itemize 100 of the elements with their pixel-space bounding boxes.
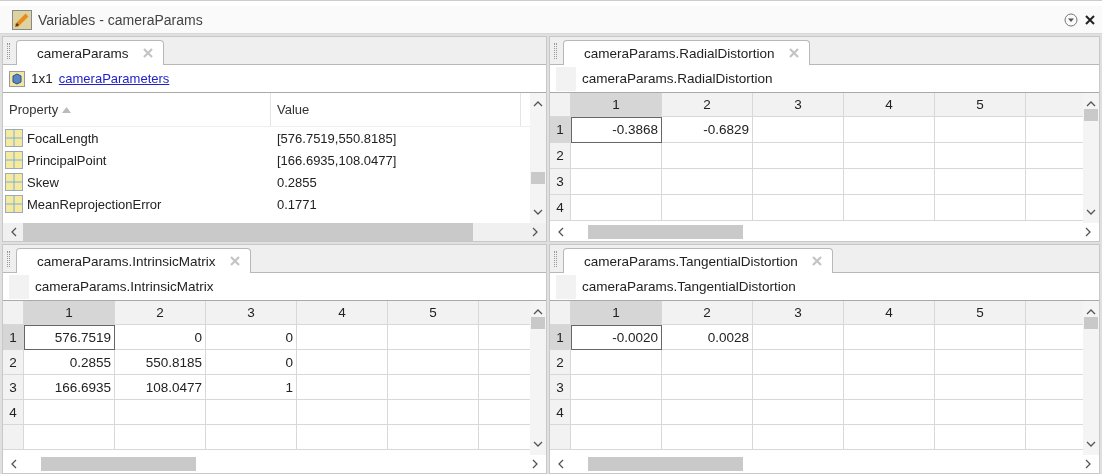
dropdown-icon[interactable]: [1064, 12, 1078, 27]
column-header[interactable]: 5: [935, 93, 1026, 117]
scrollbar-thumb[interactable]: [588, 457, 743, 471]
row-header[interactable]: 2: [550, 143, 571, 169]
scroll-right-icon[interactable]: [1083, 227, 1093, 237]
scroll-right-icon[interactable]: [1083, 459, 1093, 469]
table-cell[interactable]: [571, 425, 662, 450]
table-cell[interactable]: [662, 350, 753, 375]
table-cell[interactable]: [753, 325, 844, 350]
table-cell[interactable]: 0.2855: [24, 350, 115, 375]
table-cell[interactable]: [571, 400, 662, 425]
scrollbar-thumb[interactable]: [588, 225, 743, 239]
table-cell[interactable]: 1: [206, 375, 297, 400]
column-header[interactable]: 4: [844, 301, 935, 325]
column-header[interactable]: 5: [935, 301, 1026, 325]
table-cell[interactable]: [844, 400, 935, 425]
row-header[interactable]: [3, 425, 24, 450]
table-cell[interactable]: [844, 117, 935, 143]
row-header[interactable]: 3: [550, 169, 571, 195]
table-cell[interactable]: 550.8185: [115, 350, 206, 375]
table-cell[interactable]: [388, 375, 479, 400]
scroll-left-icon[interactable]: [9, 459, 19, 469]
table-cell[interactable]: 0: [206, 325, 297, 350]
column-header[interactable]: Value: [271, 93, 521, 126]
drag-handle[interactable]: [7, 251, 10, 267]
table-cell[interactable]: -0.6829: [662, 117, 753, 143]
row-header[interactable]: 4: [550, 400, 571, 425]
table-cell[interactable]: [388, 350, 479, 375]
row-header[interactable]: 4: [550, 195, 571, 221]
drag-handle[interactable]: [554, 251, 557, 267]
row-header[interactable]: [550, 425, 571, 450]
table-cell[interactable]: [388, 400, 479, 425]
table-cell[interactable]: [115, 425, 206, 450]
column-header[interactable]: 3: [753, 93, 844, 117]
column-header[interactable]: 4: [297, 301, 388, 325]
table-cell[interactable]: [935, 375, 1026, 400]
table-cell[interactable]: [844, 195, 935, 221]
table-cell[interactable]: [935, 195, 1026, 221]
table-cell[interactable]: [844, 169, 935, 195]
table-cell[interactable]: [662, 169, 753, 195]
row-header[interactable]: 3: [550, 375, 571, 400]
table-cell[interactable]: [388, 425, 479, 450]
column-header[interactable]: 4: [844, 93, 935, 117]
table-cell[interactable]: [206, 425, 297, 450]
scroll-down-icon[interactable]: [1086, 439, 1096, 449]
table-cell[interactable]: [571, 375, 662, 400]
scrollbar-thumb[interactable]: [531, 172, 545, 184]
table-cell[interactable]: [206, 400, 297, 425]
scrollbar-thumb[interactable]: [1084, 317, 1098, 329]
scroll-right-icon[interactable]: [530, 227, 540, 237]
table-cell[interactable]: 576.7519: [24, 325, 115, 350]
column-header[interactable]: 1: [571, 93, 662, 117]
table-cell[interactable]: 108.0477: [115, 375, 206, 400]
scroll-up-icon[interactable]: [533, 99, 543, 109]
table-cell[interactable]: [753, 400, 844, 425]
table-cell[interactable]: [388, 325, 479, 350]
column-header[interactable]: 2: [662, 93, 753, 117]
scroll-down-icon[interactable]: [1086, 207, 1096, 217]
table-cell[interactable]: [115, 400, 206, 425]
scrollbar-thumb[interactable]: [1084, 109, 1098, 121]
table-cell[interactable]: [935, 425, 1026, 450]
table-cell[interactable]: [662, 143, 753, 169]
table-cell[interactable]: [662, 195, 753, 221]
table-cell[interactable]: [844, 143, 935, 169]
scroll-left-icon[interactable]: [9, 227, 19, 237]
column-header[interactable]: 1: [571, 301, 662, 325]
column-header[interactable]: 1: [24, 301, 115, 325]
table-cell[interactable]: [935, 169, 1026, 195]
table-cell[interactable]: [935, 143, 1026, 169]
scrollbar-thumb[interactable]: [531, 317, 545, 329]
vertical-scrollbar[interactable]: [530, 93, 546, 223]
table-cell[interactable]: [753, 117, 844, 143]
scroll-right-icon[interactable]: [530, 459, 540, 469]
vertical-scrollbar[interactable]: [530, 301, 546, 455]
table-cell[interactable]: [935, 350, 1026, 375]
table-cell[interactable]: [753, 195, 844, 221]
table-cell[interactable]: [662, 400, 753, 425]
row-header[interactable]: 1: [550, 325, 571, 350]
table-cell[interactable]: [297, 350, 388, 375]
scroll-down-icon[interactable]: [533, 439, 543, 449]
table-cell[interactable]: [935, 117, 1026, 143]
drag-handle[interactable]: [554, 43, 557, 59]
scroll-left-icon[interactable]: [556, 459, 566, 469]
column-header[interactable]: 3: [206, 301, 297, 325]
document-tab[interactable]: cameraParams: [16, 40, 164, 65]
scroll-up-icon[interactable]: [1086, 307, 1096, 317]
table-cell[interactable]: [571, 350, 662, 375]
drag-handle[interactable]: [7, 43, 10, 59]
table-cell[interactable]: 0: [206, 350, 297, 375]
row-header[interactable]: 4: [3, 400, 24, 425]
table-cell[interactable]: [571, 169, 662, 195]
row-header[interactable]: 2: [550, 350, 571, 375]
table-cell[interactable]: [24, 400, 115, 425]
table-cell[interactable]: [662, 375, 753, 400]
table-cell[interactable]: [935, 325, 1026, 350]
column-header[interactable]: 2: [115, 301, 206, 325]
class-link[interactable]: cameraParameters: [58, 71, 170, 86]
document-tab[interactable]: cameraParams.IntrinsicMatrix: [16, 248, 251, 273]
scroll-up-icon[interactable]: [1086, 99, 1096, 109]
column-header[interactable]: 2: [662, 301, 753, 325]
